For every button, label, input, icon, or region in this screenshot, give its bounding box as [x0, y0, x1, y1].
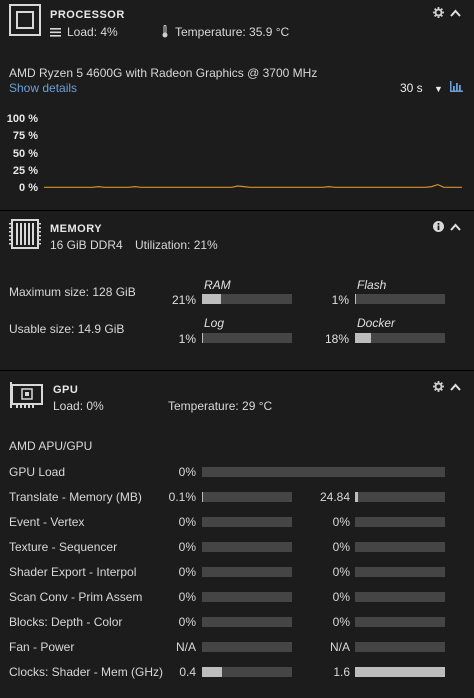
processor-model: AMD Ryzen 5 4600G with Radeon Graphics @…: [9, 66, 318, 80]
interval-select[interactable]: 30 s ▼: [400, 81, 443, 95]
dropdown-caret-icon: ▼: [434, 84, 443, 94]
flash-bar-fill: [355, 294, 356, 304]
gpu-metric-left-value: 0%: [178, 540, 196, 554]
divider-1: [0, 210, 474, 211]
gpu-metric-left-value: 0%: [178, 515, 196, 529]
gpu-metric-right-bar-fill: [355, 492, 358, 502]
docker-bar-fill: [355, 333, 372, 343]
gpu-model: AMD APU/GPU: [9, 439, 93, 453]
gpu-metric-right-bar: [355, 567, 445, 577]
memory-max-size: Maximum size: 128 GiB: [9, 285, 136, 299]
gpu-metric-left-value: 0%: [178, 565, 196, 579]
gpu-metric-left-bar: [202, 567, 292, 577]
gpu-metric-right-value: 0%: [332, 590, 350, 604]
gpu-metric-right-bar: [355, 642, 445, 652]
gpu-metric-label: Blocks: Depth - Color: [9, 615, 123, 629]
docker-label: Docker: [357, 316, 396, 330]
log-label: Log: [204, 316, 225, 330]
gpu-metric-right-value: 0%: [332, 540, 350, 554]
gpu-metric-label: Event - Vertex: [9, 515, 85, 529]
flash-label: Flash: [357, 278, 387, 292]
gpu-metric-right-value: N/A: [329, 640, 350, 654]
ram-label: RAM: [204, 278, 231, 292]
info-icon[interactable]: [433, 221, 444, 232]
memory-utilization: Utilization: 21%: [135, 238, 218, 252]
gpu-metric-left-bar: [202, 667, 292, 677]
gpu-metric-right-value: 1.6: [333, 665, 350, 679]
gpu-metric-left-bar-fill: [202, 667, 222, 677]
flash-bar: [355, 294, 445, 304]
gpu-temperature: Temperature: 29 °C: [168, 399, 273, 413]
docker-bar: [355, 333, 445, 343]
processor-chip-icon: [9, 4, 41, 36]
gear-icon[interactable]: [433, 381, 444, 395]
ram-bar: [202, 294, 292, 304]
processor-load: Load: 4%: [67, 25, 118, 39]
memory-type: 16 GiB DDR4: [50, 238, 123, 252]
gpu-metric-left-bar: [202, 642, 292, 652]
processor-chart: 100 % 75 % 50 % 25 % 0 %: [0, 110, 474, 200]
gpu-metric-label: Translate - Memory (MB): [9, 490, 142, 504]
gpu-metric-left-bar: [202, 542, 292, 552]
gpu-metric-left-bar: [202, 617, 292, 627]
gpu-metric-left-bar: [202, 517, 292, 527]
gpu-metric-right-value: 0%: [332, 515, 350, 529]
gpu-metric-label: Texture - Sequencer: [9, 540, 118, 554]
cpu-usage-plot: [44, 183, 462, 188]
interval-value: 30 s: [400, 81, 423, 95]
log-bar-fill: [202, 333, 203, 343]
gpu-metric-right-value: 0%: [332, 615, 350, 629]
gpu-metric-left-value: 0.1%: [168, 490, 196, 504]
ram-percent: 21%: [171, 293, 196, 307]
gpu-metric-left-bar: [202, 492, 292, 502]
gpu-metric-left-value: 0%: [178, 615, 196, 629]
docker-percent: 18%: [324, 332, 349, 346]
memory-title: MEMORY: [50, 223, 103, 235]
load-lines-icon: [50, 26, 61, 37]
gpu-metric-label: Scan Conv - Prim Assem: [9, 590, 143, 604]
chevron-up-icon[interactable]: [450, 382, 461, 394]
cpu-usage-series-line: [44, 183, 462, 188]
gpu-metric-left-value: 0%: [178, 590, 196, 604]
gpu-metric-left-value: N/A: [175, 640, 196, 654]
memory-usable-size: Usable size: 14.9 GiB: [9, 322, 125, 336]
processor-temperature: Temperature: 35.9 °C: [175, 25, 290, 39]
gpu-metric-right-bar: [355, 492, 445, 502]
log-bar: [202, 333, 292, 343]
chevron-up-icon[interactable]: [450, 8, 461, 20]
gpu-metric-label: Shader Export - Interpol: [9, 565, 137, 579]
gpu-metric-right-bar: [355, 617, 445, 627]
flash-percent: 1%: [331, 293, 349, 307]
gpu-metric-right-value: 24.84: [319, 490, 350, 504]
gpu-load: Load: 0%: [53, 399, 104, 413]
thermometer-icon: [161, 25, 169, 38]
gpu-title: GPU: [53, 384, 79, 396]
gpu-metric-right-value: 0%: [332, 565, 350, 579]
chevron-up-icon[interactable]: [450, 222, 461, 234]
gpu-metric-right-bar: [355, 592, 445, 602]
ram-bar-fill: [202, 294, 221, 304]
gpu-metric-label: Clocks: Shader - Mem (GHz): [9, 665, 164, 679]
bar-chart-icon[interactable]: [450, 81, 463, 92]
divider-2: [0, 370, 474, 371]
gpu-metric-right-bar: [355, 542, 445, 552]
gear-icon[interactable]: [433, 7, 444, 21]
log-percent: 1%: [178, 332, 196, 346]
gpu-card-icon: [9, 381, 43, 411]
memory-module-icon: [9, 219, 41, 249]
gpu-metric-label: Fan - Power: [9, 640, 75, 654]
gpu-metric-label: GPU Load: [9, 465, 66, 479]
show-details-link[interactable]: Show details: [9, 81, 77, 95]
gpu-metric-left-value: 0.4: [179, 665, 196, 679]
gpu-metric-right-bar-fill: [355, 667, 445, 677]
gpu-metric-right-bar: [355, 517, 445, 527]
processor-title: PROCESSOR: [50, 9, 125, 21]
gpu-metric-left-bar: [202, 592, 292, 602]
gpu-metric-left-value: 0%: [178, 465, 196, 479]
gpu-metric-left-bar: [202, 467, 445, 477]
gpu-metric-right-bar: [355, 667, 445, 677]
